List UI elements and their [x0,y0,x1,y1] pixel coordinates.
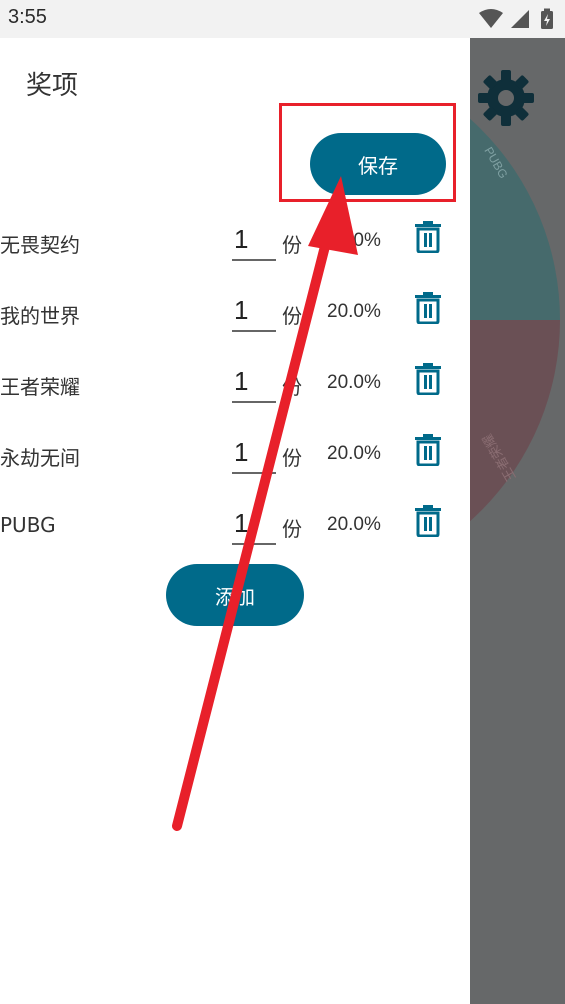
prize-row: 永劫无间 份 20.0% [0,426,470,486]
prize-row: 王者荣耀 份 20.0% [0,355,470,415]
add-button[interactable]: 添加 [166,564,304,626]
save-button[interactable]: 保存 [310,133,446,195]
percent-label: 20.0% [327,372,381,393]
unit-label: 份 [282,233,302,257]
status-bar: 3:55 [0,0,565,38]
prize-name: 王者荣耀 [0,375,80,399]
prize-row: PUBG 份 20.0% [0,497,470,557]
trash-icon [415,505,441,538]
prize-name: 永劫无间 [0,446,80,470]
prize-row: 无畏契约 份 20.0% [0,213,470,273]
prize-name: 我的世界 [0,304,80,328]
delete-button[interactable] [414,434,442,467]
wheel [470,118,560,522]
percent-label: 20.0% [327,443,381,464]
status-icons [479,8,557,30]
signal-icon [511,10,529,28]
settings-button[interactable] [476,68,536,128]
status-time: 3:55 [8,6,47,28]
unit-label: 份 [282,304,302,328]
quantity-input[interactable] [232,219,276,261]
quantity-input[interactable] [232,290,276,332]
gear-icon [478,70,534,126]
wheel-backdrop: PUBG 王者荣耀 [470,38,565,1004]
percent-label: 20.0% [327,514,381,535]
unit-label: 份 [282,375,302,399]
trash-icon [415,292,441,325]
unit-label: 份 [282,517,302,541]
page-title: 奖项 [26,71,79,101]
quantity-input[interactable] [232,361,276,403]
unit-label: 份 [282,446,302,470]
prize-drawer: 奖项 保存 无畏契约 份 20.0% 我的世界 份 20.0% [0,38,470,1004]
wifi-icon [479,9,503,28]
prize-row: 我的世界 份 20.0% [0,284,470,344]
delete-button[interactable] [414,363,442,396]
quantity-input[interactable] [232,503,276,545]
percent-label: 20.0% [327,230,381,251]
prize-name: 无畏契约 [0,233,80,257]
trash-icon [415,434,441,467]
delete-button[interactable] [414,505,442,538]
trash-icon [415,221,441,254]
trash-icon [415,363,441,396]
battery-icon [541,8,553,29]
prize-name: PUBG [0,513,56,537]
quantity-input[interactable] [232,432,276,474]
wheel-slice-wangzhe [470,320,560,522]
percent-label: 20.0% [327,301,381,322]
delete-button[interactable] [414,221,442,254]
delete-button[interactable] [414,292,442,325]
